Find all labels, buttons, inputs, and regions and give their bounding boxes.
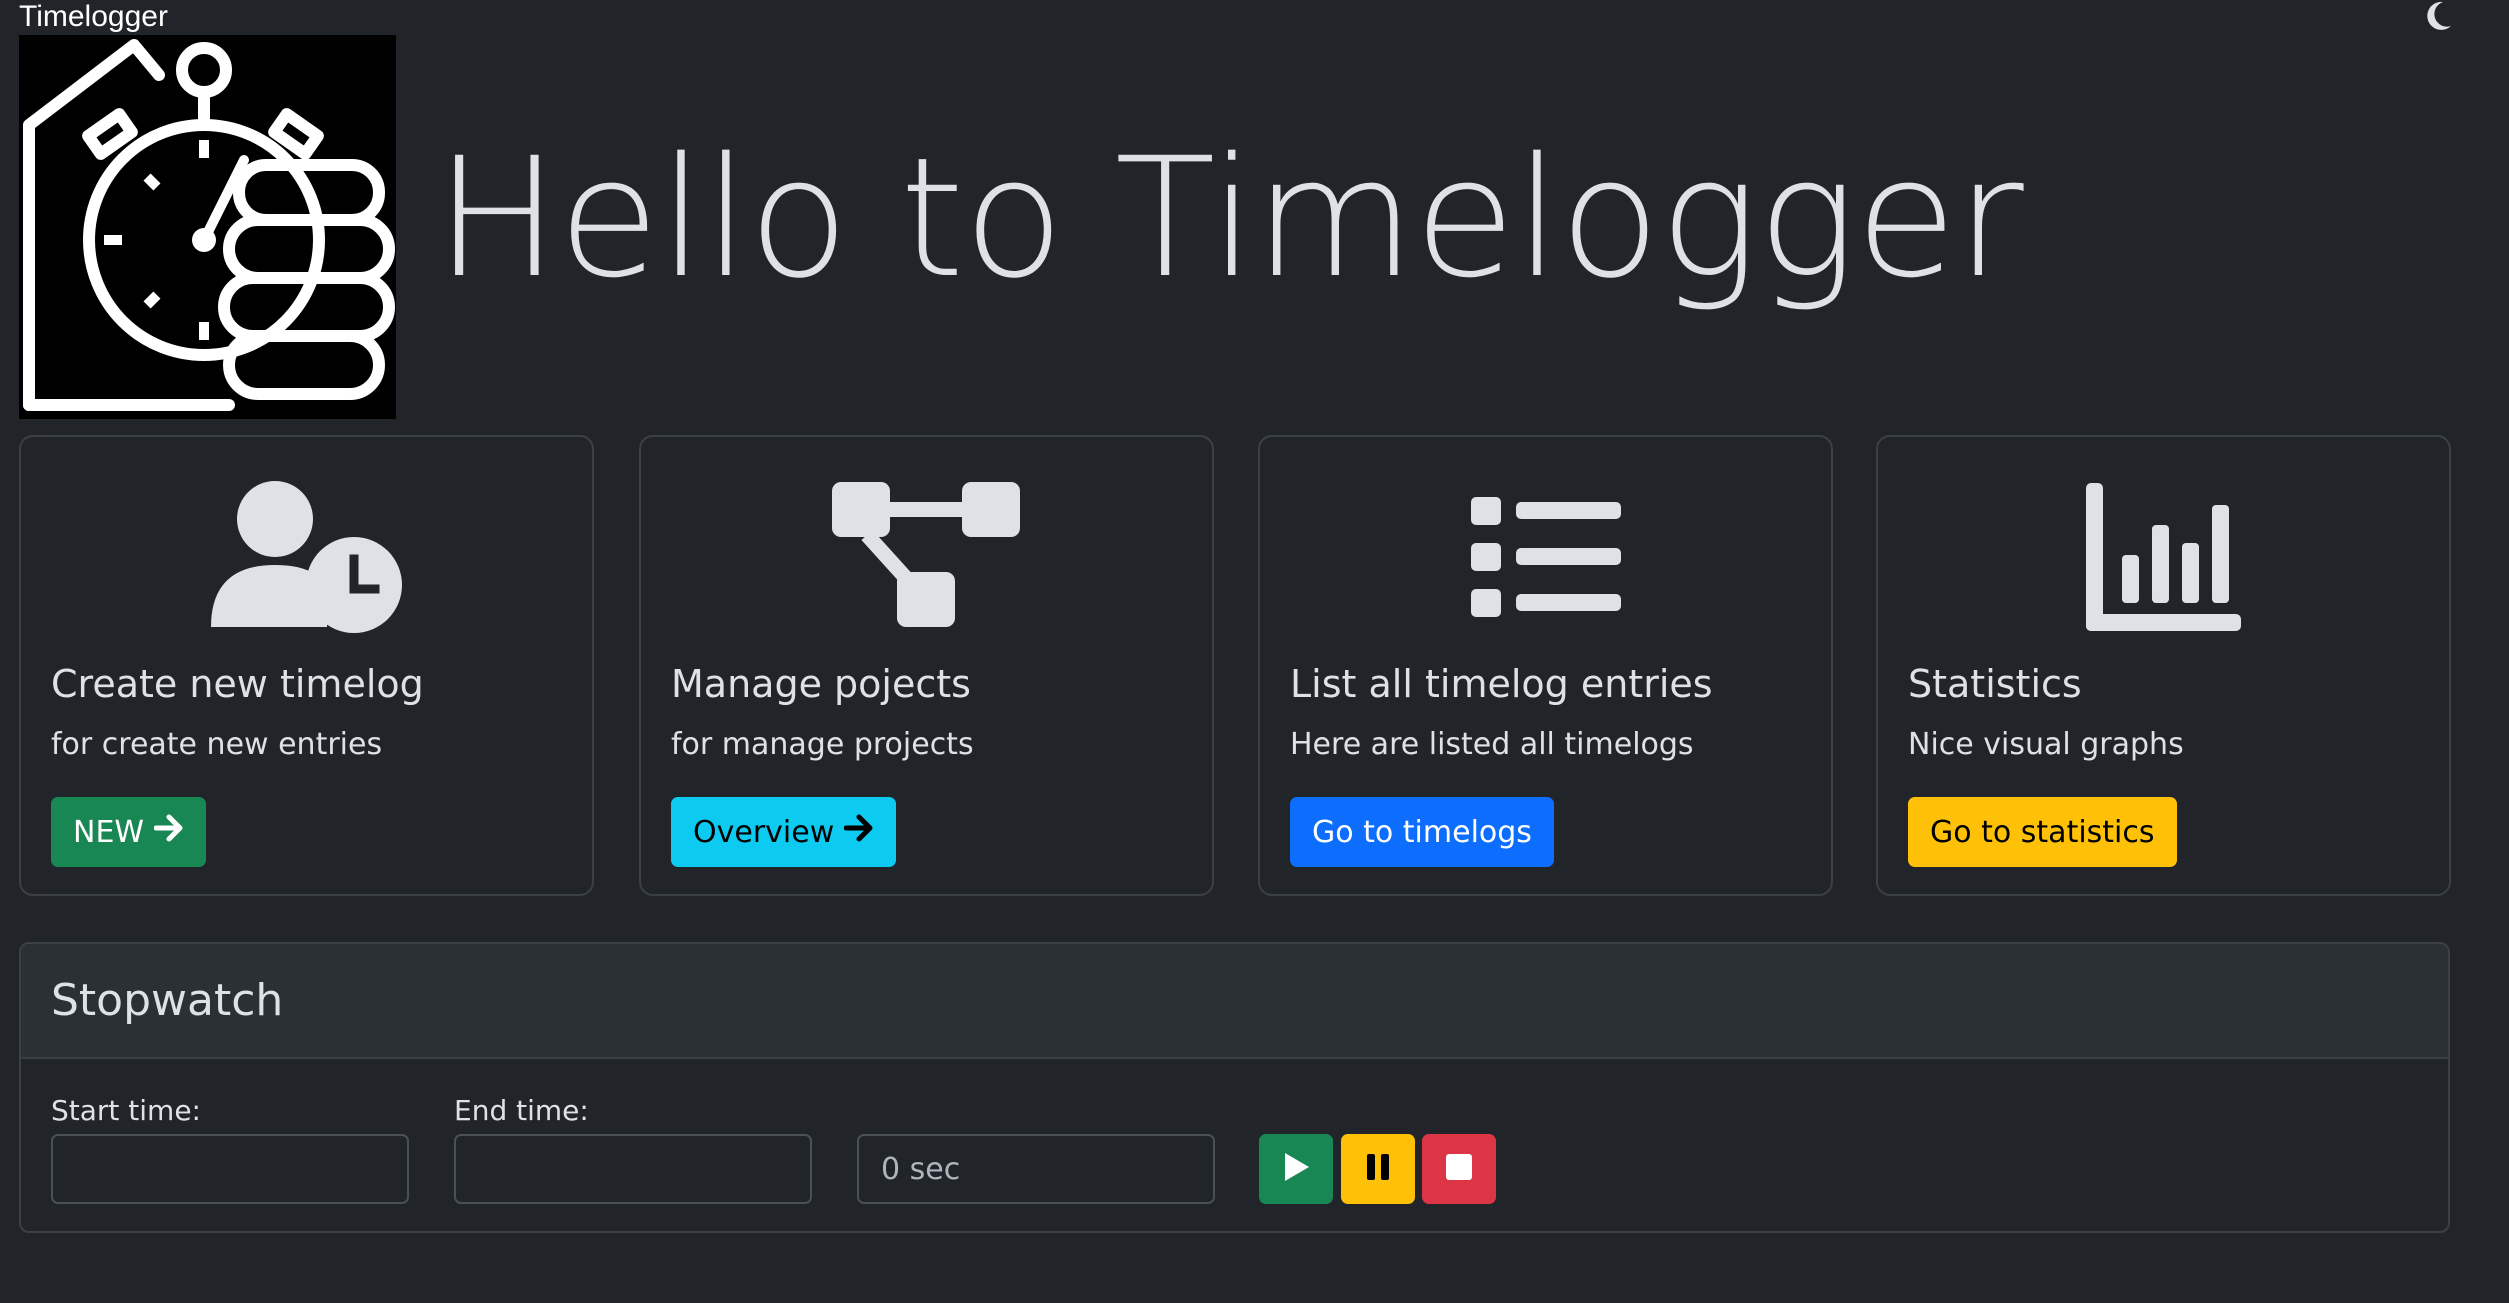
stopwatch-title: Stopwatch [51, 975, 284, 1026]
card-list-timelogs: List all timelog entries Here are listed… [1258, 435, 1833, 896]
stopwatch-header: Stopwatch [21, 944, 2448, 1059]
button-label: Overview [693, 814, 835, 850]
button-label: NEW [73, 814, 145, 850]
stop-icon [1445, 1153, 1473, 1186]
page: Timelogger Hello to Timelogger Create ne… [0, 0, 2509, 1303]
theme-toggle-moon-icon[interactable] [2415, 0, 2455, 34]
pause-icon [1365, 1152, 1391, 1187]
new-button[interactable]: NEW [51, 797, 207, 867]
card-manage-projects: Manage pojects for manage projects Overv… [639, 435, 1214, 896]
card-subtitle: Here are listed all timelogs [1290, 727, 1694, 762]
end-time-label: End time: [454, 1094, 589, 1127]
card-subtitle: for manage projects [671, 727, 974, 762]
hero-title: Hello to Timelogger [435, 122, 2024, 314]
button-label: Go to statistics [1930, 814, 2155, 850]
chart-bar-icon [1878, 477, 2449, 637]
pause-button[interactable] [1341, 1134, 1415, 1204]
stopwatch-hand-logo [19, 35, 396, 419]
card-subtitle: Nice visual graphs [1908, 727, 2184, 762]
card-title: Manage pojects [671, 662, 971, 706]
card-title: List all timelog entries [1290, 662, 1713, 706]
end-time-field[interactable] [454, 1134, 812, 1204]
stop-button[interactable] [1422, 1134, 1496, 1204]
list-icon [1260, 477, 1831, 637]
play-icon [1281, 1151, 1311, 1188]
app-title: Timelogger [19, 0, 168, 33]
card-subtitle: for create new entries [51, 727, 383, 762]
elapsed-time-field[interactable]: 0 sec [857, 1134, 1215, 1204]
play-button[interactable] [1259, 1134, 1333, 1204]
user-clock-icon [21, 477, 592, 637]
start-time-label: Start time: [51, 1094, 201, 1127]
card-statistics: Statistics Nice visual graphs Go to stat… [1876, 435, 2451, 896]
card-create-timelog: Create new timelog for create new entrie… [19, 435, 594, 896]
arrow-right-icon [153, 814, 184, 850]
card-title: Create new timelog [51, 662, 424, 706]
overview-button[interactable]: Overview [671, 797, 897, 867]
stopwatch-panel: Stopwatch Start time: End time: 0 sec [19, 942, 2450, 1233]
button-label: Go to timelogs [1312, 814, 1532, 850]
go-to-timelogs-button[interactable]: Go to timelogs [1290, 797, 1554, 867]
start-time-field[interactable] [51, 1134, 409, 1204]
project-diagram-icon [641, 477, 1212, 637]
arrow-right-icon [843, 814, 874, 850]
card-title: Statistics [1908, 662, 2082, 706]
go-to-statistics-button[interactable]: Go to statistics [1908, 797, 2177, 867]
